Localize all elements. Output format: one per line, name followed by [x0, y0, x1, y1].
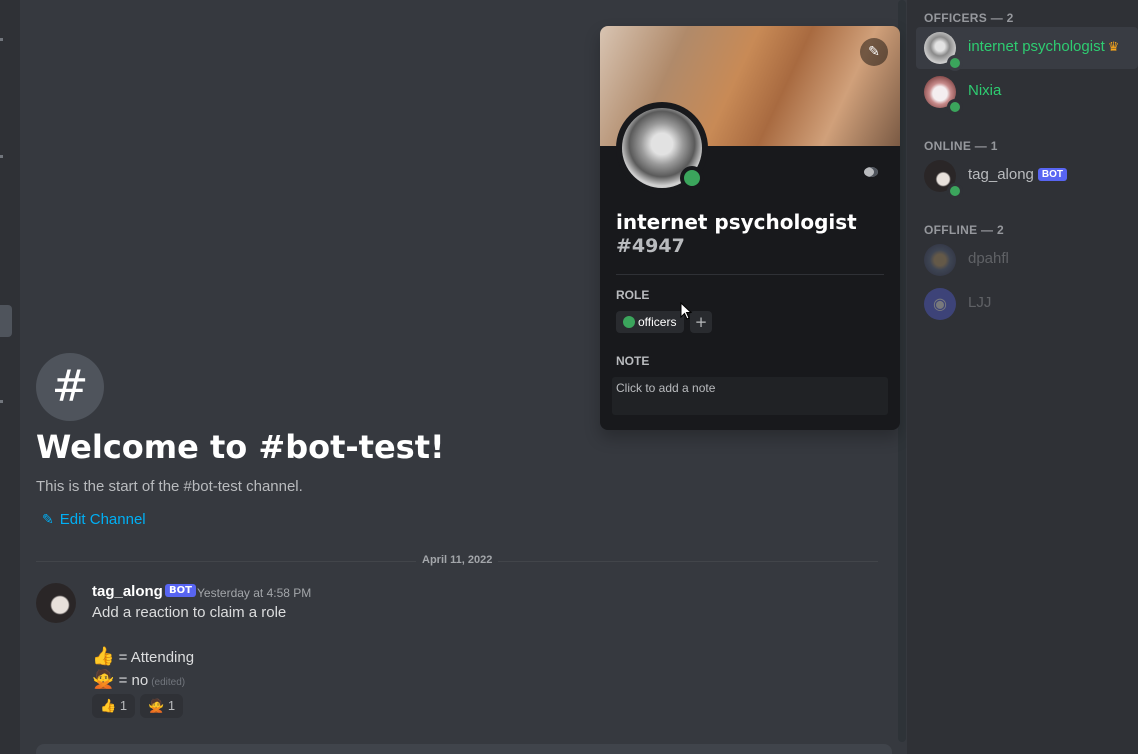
message-line-text: = no — [118, 672, 149, 689]
offline-header: OFFLINE — 2 — [924, 223, 1004, 237]
message-line: 👍 = Attending — [92, 646, 194, 667]
reaction-count: 1 — [167, 698, 176, 713]
crown-icon: ♛ — [1107, 39, 1120, 54]
profile-username: internet psychologist — [616, 210, 857, 234]
message-line: 🙅 = no (edited) — [92, 669, 185, 690]
server-sidebar-edge — [0, 0, 20, 754]
sidebar-edge-dot — [0, 38, 3, 41]
pencil-icon: ✎ — [42, 511, 54, 527]
online-header: ONLINE — 1 — [924, 139, 998, 153]
date-divider-label: April 11, 2022 — [416, 554, 499, 566]
message-line-text: = Attending — [118, 649, 195, 666]
member-list: OFFICERS — 2 internet psychologist ♛ Nixi… — [907, 0, 1138, 754]
welcome-subtitle: This is the start of the #bot-test chann… — [36, 478, 303, 495]
thumbs-up-icon: 👍 — [100, 698, 117, 713]
reaction-thumbs-up[interactable]: 👍 1 — [92, 694, 136, 718]
sidebar-selected-pill — [0, 305, 12, 337]
welcome-title: Welcome to #bot-test! — [36, 428, 445, 466]
avatar — [924, 244, 956, 276]
member-name-text: internet psychologist — [968, 38, 1105, 55]
reaction-no-gesture[interactable]: 🙅 1 — [140, 694, 184, 718]
member-name-text: tag_along — [968, 166, 1034, 183]
member-ljj[interactable]: ◉ LJJ — [916, 283, 1138, 325]
bot-badge: BOT — [1037, 168, 1068, 181]
bot-badge: BOT — [165, 584, 196, 597]
no-gesture-icon: 🙅 — [92, 669, 115, 689]
member-tag-along[interactable]: tag_along BOT — [916, 155, 1138, 199]
channel-hash-icon: # — [36, 353, 104, 421]
note-input[interactable]: Click to add a note — [612, 377, 888, 415]
online-status-icon — [680, 166, 704, 190]
edit-channel-button[interactable]: ✎ Edit Channel — [42, 511, 146, 528]
online-status-icon — [947, 99, 963, 115]
online-status-icon — [947, 183, 963, 199]
member-name: internet psychologist ♛ — [968, 38, 1119, 55]
message-timestamp: Yesterday at 4:58 PM — [197, 586, 312, 600]
pencil-icon: ✎ — [868, 44, 880, 60]
sidebar-edge-dot — [0, 400, 3, 403]
member-internet-psychologist[interactable]: internet psychologist ♛ — [916, 27, 1138, 71]
edited-label: (edited) — [151, 677, 186, 688]
discord-default-avatar-icon: ◉ — [924, 288, 956, 320]
thumbs-up-icon: 👍 — [92, 646, 115, 666]
member-name: Nixia — [968, 82, 1002, 99]
officers-header: OFFICERS — 2 — [924, 11, 1014, 25]
edit-profile-button[interactable]: ✎ — [860, 38, 888, 66]
message-author[interactable]: tag_along — [92, 583, 163, 600]
user-profile-popout: ✎ internet psychologist #4947 ROLE offic… — [600, 26, 900, 430]
role-heading: ROLE — [616, 288, 650, 302]
message-line: Add a reaction to claim a role — [92, 604, 287, 621]
role-pill-officers[interactable]: officers — [616, 311, 685, 333]
profile-divider — [616, 274, 884, 275]
member-name: LJJ — [968, 294, 992, 311]
nitro-badge-icon[interactable] — [864, 167, 878, 177]
reaction-count: 1 — [119, 698, 128, 713]
member-dpahfl[interactable]: dpahfl — [916, 239, 1138, 281]
message-composer[interactable] — [36, 744, 892, 754]
role-color-dot — [623, 316, 635, 328]
profile-discriminator: #4947 — [616, 235, 685, 257]
note-heading: NOTE — [616, 354, 650, 368]
message-avatar[interactable] — [36, 583, 76, 623]
member-name: dpahfl — [968, 250, 1009, 267]
member-nixia[interactable]: Nixia — [916, 71, 1138, 115]
sidebar-edge-dot — [0, 155, 3, 158]
member-name: tag_along BOT — [968, 166, 1068, 183]
role-name: officers — [638, 315, 677, 329]
online-status-icon — [947, 55, 963, 71]
no-gesture-icon: 🙅 — [148, 698, 165, 713]
edit-channel-label: Edit Channel — [59, 511, 146, 528]
